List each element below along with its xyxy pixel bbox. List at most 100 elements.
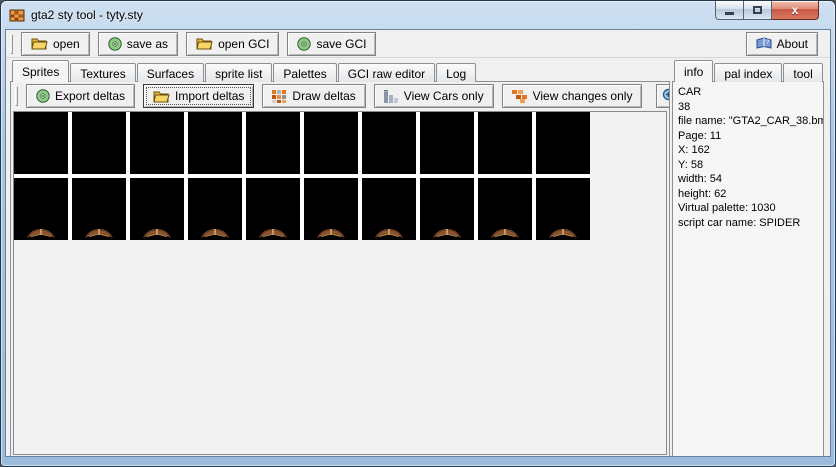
- info-line-virtual-palette: Virtual palette: 1030: [678, 201, 818, 216]
- tab-tool[interactable]: tool: [783, 63, 822, 82]
- view-changes-only-label: View changes only: [533, 89, 633, 103]
- sprite-tile[interactable]: [130, 178, 184, 240]
- about-button-label: About: [777, 37, 808, 51]
- view-cars-only-button[interactable]: View Cars only: [374, 84, 494, 108]
- sprite-tile[interactable]: [478, 178, 532, 240]
- info-line-x: X: 162: [678, 143, 818, 158]
- open-gci-button-label: open GCI: [218, 37, 269, 51]
- tab-info[interactable]: info: [674, 60, 713, 82]
- app-window: gta2 sty tool - tyty.sty x open save as: [0, 0, 836, 467]
- car-top-sprite: [374, 228, 404, 239]
- main-tabstrip: Sprites Textures Surfaces sprite list Pa…: [10, 60, 670, 82]
- folder-open-icon: [31, 37, 48, 50]
- maximize-icon: [753, 6, 762, 14]
- save-disc-icon: [108, 37, 122, 51]
- info-panel: CAR 38 file name: "GTA2_CAR_38.bmp" Page…: [673, 82, 823, 457]
- main-tabcontrol: Sprites Textures Surfaces sprite list Pa…: [10, 60, 670, 457]
- sprite-tile[interactable]: [14, 178, 68, 240]
- info-line-number: 38: [678, 100, 818, 115]
- open-button-label: open: [53, 37, 80, 51]
- view-changes-only-button[interactable]: View changes only: [502, 84, 643, 108]
- save-as-button-label: save as: [127, 37, 168, 51]
- folder-open-icon: [196, 37, 213, 50]
- client-area: open save as open GCI save GCI: [5, 29, 831, 457]
- close-button[interactable]: x: [772, 1, 819, 20]
- main-toolbar: open save as open GCI save GCI: [6, 30, 830, 58]
- sprite-tile[interactable]: [246, 112, 300, 174]
- zoom-in-button[interactable]: [656, 84, 670, 108]
- save-as-button[interactable]: save as: [98, 32, 178, 56]
- car-top-sprite: [84, 228, 114, 239]
- sprite-tile[interactable]: [188, 112, 242, 174]
- export-deltas-label: Export deltas: [55, 89, 125, 103]
- sprite-tile[interactable]: [72, 112, 126, 174]
- tab-pal-index[interactable]: pal index: [714, 63, 782, 82]
- help-book-icon: ?: [756, 37, 772, 50]
- info-line-file-name: file name: "GTA2_CAR_38.bmp": [678, 114, 818, 129]
- sprite-tile[interactable]: [362, 112, 416, 174]
- info-line-width: width: 54: [678, 172, 818, 187]
- sprite-tile[interactable]: [536, 178, 590, 240]
- view-cars-only-label: View Cars only: [404, 89, 484, 103]
- save-gci-button[interactable]: save GCI: [287, 32, 376, 56]
- draw-deltas-button[interactable]: Draw deltas: [262, 84, 365, 108]
- sprite-grid: [14, 112, 590, 240]
- sprite-tile[interactable]: [478, 112, 532, 174]
- app-icon: [9, 7, 25, 23]
- sprite-tile[interactable]: [188, 178, 242, 240]
- changes-icon: [512, 90, 528, 103]
- open-gci-button[interactable]: open GCI: [186, 32, 279, 56]
- sprite-tile[interactable]: [246, 178, 300, 240]
- tab-surfaces[interactable]: Surfaces: [137, 63, 204, 82]
- car-top-sprite: [490, 228, 520, 239]
- car-top-sprite: [548, 228, 578, 239]
- tab-palettes[interactable]: Palettes: [273, 63, 336, 82]
- car-top-sprite: [26, 228, 56, 239]
- save-disc-icon: [297, 37, 311, 51]
- titlebar[interactable]: gta2 sty tool - tyty.sty x: [1, 1, 835, 29]
- sprite-tile[interactable]: [362, 178, 416, 240]
- tab-sprites[interactable]: Sprites: [12, 60, 69, 82]
- about-button[interactable]: ? About: [746, 32, 818, 56]
- sprite-tile[interactable]: [536, 112, 590, 174]
- draw-deltas-label: Draw deltas: [292, 89, 355, 103]
- deltas-grid-icon: [272, 90, 287, 103]
- info-tabpage: CAR 38 file name: "GTA2_CAR_38.bmp" Page…: [672, 81, 824, 457]
- window-title: gta2 sty tool - tyty.sty: [31, 8, 143, 22]
- toolbar-grip[interactable]: [10, 34, 13, 54]
- car-top-sprite: [432, 228, 462, 239]
- sprite-tile[interactable]: [72, 178, 126, 240]
- sprites-tabpage: Export deltas Import deltas: [10, 81, 670, 457]
- tab-sprite-list[interactable]: sprite list: [205, 63, 272, 82]
- maximize-button[interactable]: [744, 1, 772, 20]
- sprite-tile[interactable]: [130, 112, 184, 174]
- sprite-tile[interactable]: [304, 112, 358, 174]
- info-line-page: Page: 11: [678, 129, 818, 144]
- car-top-sprite: [316, 228, 346, 239]
- sprite-tile[interactable]: [304, 178, 358, 240]
- sprite-tile[interactable]: [420, 178, 474, 240]
- zoom-in-icon: [662, 88, 670, 104]
- side-tabcontrol: info pal index tool CAR 38 file name: "G…: [672, 60, 824, 457]
- cars-grid-icon: [384, 90, 399, 103]
- toolbar-grip[interactable]: [15, 86, 18, 106]
- export-deltas-button[interactable]: Export deltas: [26, 84, 135, 108]
- import-deltas-button[interactable]: Import deltas: [143, 84, 254, 108]
- info-line-height: height: 62: [678, 187, 818, 202]
- content-row: Sprites Textures Surfaces sprite list Pa…: [6, 58, 830, 457]
- minimize-icon: [725, 12, 734, 15]
- tab-gci-raw-editor[interactable]: GCI raw editor: [338, 63, 435, 82]
- window-controls: x: [715, 1, 819, 20]
- close-icon: x: [792, 3, 799, 17]
- minimize-button[interactable]: [715, 1, 744, 20]
- save-disc-icon: [36, 89, 50, 103]
- info-line-script-car-name: script car name: SPIDER: [678, 216, 818, 231]
- car-top-sprite: [142, 228, 172, 239]
- open-button[interactable]: open: [21, 32, 90, 56]
- side-tabstrip: info pal index tool: [672, 60, 824, 82]
- tab-textures[interactable]: Textures: [70, 63, 135, 82]
- sprite-tile[interactable]: [420, 112, 474, 174]
- tab-log[interactable]: Log: [436, 63, 476, 82]
- save-gci-button-label: save GCI: [316, 37, 366, 51]
- sprite-tile[interactable]: [14, 112, 68, 174]
